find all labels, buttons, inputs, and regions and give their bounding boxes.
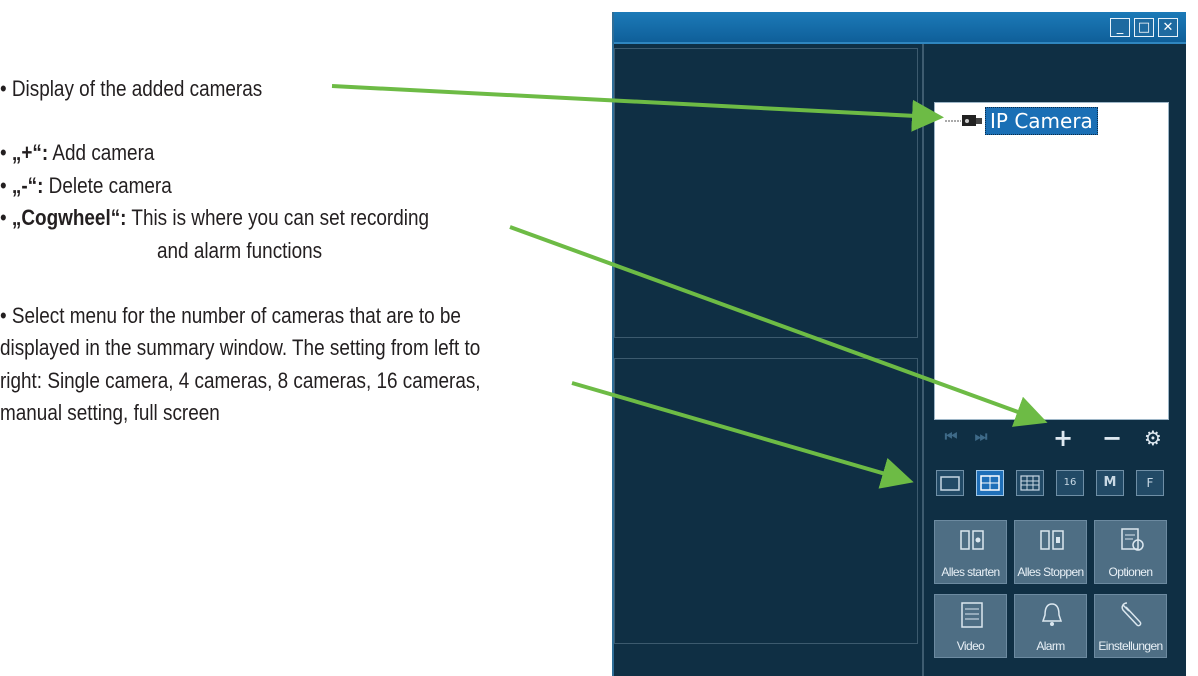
annotation-select-line4: manual setting, full screen <box>0 400 220 425</box>
wrench-icon <box>1121 602 1142 627</box>
annotation-cog-key: „Cogwheel“: <box>11 205 127 230</box>
settings-gear-icon[interactable]: ⚙ <box>1142 426 1164 450</box>
camera-item-ip-camera[interactable]: IP Camera <box>985 107 1098 135</box>
annotation-add-text: Add camera <box>52 140 155 165</box>
annotation-select-line1: • Select menu for the number of cameras … <box>0 303 461 328</box>
next-icon[interactable]: ⏭ <box>972 429 990 445</box>
annotation-add-key: „+“: <box>11 140 49 165</box>
single-view-icon <box>940 476 960 491</box>
video-panel-top[interactable] <box>614 48 918 338</box>
annotation-cog-text-1: This is where you can set recording <box>131 205 430 230</box>
camera-list[interactable]: IP Camera <box>934 102 1169 420</box>
video-button[interactable]: Video <box>934 594 1007 658</box>
annotation-display-cameras: • Display of the added cameras <box>0 76 263 101</box>
delete-camera-button[interactable]: − <box>1100 424 1124 452</box>
options-label: Optionen <box>1108 565 1154 579</box>
eight-view-icon <box>1020 475 1040 491</box>
layout-single-camera-button[interactable] <box>936 470 964 496</box>
annotation-add-camera: • „+“: Add camera <box>0 140 155 165</box>
quad-view-icon <box>980 475 1000 491</box>
alarm-button[interactable]: Alarm <box>1014 594 1087 658</box>
alarm-label: Alarm <box>1036 639 1065 653</box>
annotation-select-line2: displayed in the summary window. The set… <box>0 335 481 360</box>
video-panel-bottom[interactable] <box>614 358 918 644</box>
bell-icon <box>1041 603 1063 626</box>
layout-16-cameras-button[interactable]: 16 <box>1056 470 1084 496</box>
minimize-button[interactable]: _ <box>1110 18 1130 37</box>
annotation-select-line3: right: Single camera, 4 cameras, 8 camer… <box>0 368 481 393</box>
annotation-cogwheel-line2: and alarm functions <box>157 238 323 263</box>
video-label: Video <box>956 639 985 653</box>
add-camera-button[interactable]: + <box>1051 424 1075 452</box>
settings-button[interactable]: Einstellungen <box>1094 594 1167 658</box>
layout-manual-button[interactable]: M <box>1096 470 1124 496</box>
start-all-icon <box>960 530 984 550</box>
options-icon <box>1121 528 1144 551</box>
stop-all-icon <box>1040 530 1064 550</box>
maximize-button[interactable]: □ <box>1134 18 1154 37</box>
video-icon <box>961 602 983 628</box>
annotation-delete-camera: • „-“: Delete camera <box>0 173 172 198</box>
stop-all-label: Alles Stoppen <box>1017 565 1084 579</box>
options-button[interactable]: Optionen <box>1094 520 1167 584</box>
app-window: _ □ ✕ IP Camera ⏮ ⏭ + − ⚙ 16 M F Alles s… <box>612 12 1186 676</box>
close-button[interactable]: ✕ <box>1158 18 1178 37</box>
annotation-delete-text: Delete camera <box>48 173 172 198</box>
layout-8-cameras-button[interactable] <box>1016 470 1044 496</box>
annotation-delete-key: „-“: <box>11 173 44 198</box>
previous-icon[interactable]: ⏮ <box>942 429 960 445</box>
layout-4-cameras-button[interactable] <box>976 470 1004 496</box>
start-all-label: Alles starten <box>941 565 1000 579</box>
stop-all-button[interactable]: Alles Stoppen <box>1014 520 1087 584</box>
title-bar[interactable]: _ □ ✕ <box>614 12 1186 44</box>
layout-fullscreen-button[interactable]: F <box>1136 470 1164 496</box>
camera-device-icon <box>945 115 982 126</box>
start-all-button[interactable]: Alles starten <box>934 520 1007 584</box>
annotation-cogwheel: • „Cogwheel“: This is where you can set … <box>0 205 430 230</box>
settings-label: Einstellungen <box>1098 639 1163 653</box>
